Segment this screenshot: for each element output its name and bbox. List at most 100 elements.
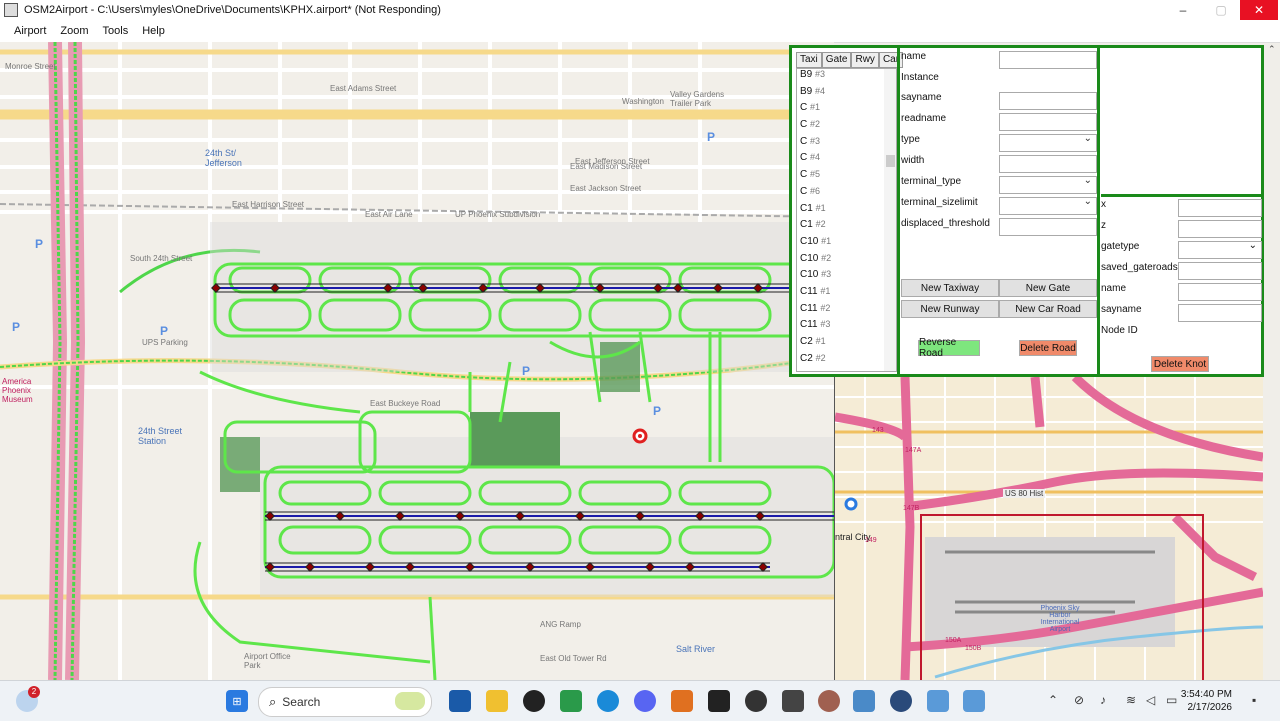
list-item[interactable]: C #4: [797, 152, 896, 169]
field-label: saved_gateroads: [1101, 262, 1178, 273]
app-icon[interactable]: [449, 690, 471, 712]
list-item[interactable]: C #1: [797, 102, 896, 119]
dcs-icon[interactable]: [671, 690, 693, 712]
name-input[interactable]: [999, 51, 1097, 69]
window-icon[interactable]: [963, 690, 985, 712]
delete-knot-button[interactable]: Delete Knot: [1151, 356, 1209, 372]
menu-airport[interactable]: Airport: [14, 25, 46, 37]
road-list[interactable]: B9 #3 B9 #4 C #1 C #2 C #3 C #4 C #5 C #…: [796, 68, 897, 372]
edge-icon[interactable]: [597, 690, 619, 712]
list-scrollbar[interactable]: [884, 69, 896, 371]
list-item[interactable]: C10 #2: [797, 253, 896, 270]
field-label: terminal_sizelimit: [901, 197, 978, 208]
width-input[interactable]: [999, 155, 1097, 173]
window-icon[interactable]: [927, 690, 949, 712]
close-button[interactable]: ✕: [1240, 0, 1278, 20]
list-item[interactable]: B9 #4: [797, 86, 896, 103]
node-name-input[interactable]: [1178, 283, 1262, 301]
app-icon[interactable]: [818, 690, 840, 712]
field-row: terminal_type: [901, 175, 1097, 194]
type-select[interactable]: [999, 133, 1097, 152]
tab-taxi[interactable]: Taxi: [796, 52, 822, 68]
terminal-type-select[interactable]: [999, 175, 1097, 194]
list-item[interactable]: C1 #1: [797, 203, 896, 220]
scroll-up-arrow[interactable]: ⌃: [1268, 44, 1276, 55]
search-highlight-icon: [395, 692, 425, 710]
search-box[interactable]: ⌕ Search: [258, 687, 432, 717]
x-input[interactable]: [1178, 199, 1262, 217]
notification-icon[interactable]: ▪: [1252, 693, 1256, 707]
app-icon[interactable]: [890, 690, 912, 712]
menu-tools[interactable]: Tools: [103, 25, 129, 37]
saved-gateroads-input[interactable]: [1178, 262, 1262, 280]
list-item[interactable]: C #5: [797, 169, 896, 186]
network-off-icon[interactable]: ⊘: [1074, 693, 1084, 707]
sayname-input[interactable]: [999, 92, 1097, 110]
displaced-threshold-input[interactable]: [999, 218, 1097, 236]
list-item[interactable]: C1 #2: [797, 219, 896, 236]
microphone-icon[interactable]: ♪: [1100, 693, 1106, 707]
list-item[interactable]: C11 #1: [797, 286, 896, 303]
minimap-exit: 143: [872, 427, 884, 434]
parking-icon: P: [707, 130, 716, 144]
list-item[interactable]: C #6: [797, 186, 896, 203]
airport-map[interactable]: Monroe Street East Adams Street East Jef…: [0, 42, 834, 680]
list-item[interactable]: C #2: [797, 119, 896, 136]
menu-help[interactable]: Help: [142, 25, 165, 37]
new-gate-button[interactable]: New Gate: [999, 279, 1097, 297]
menu-zoom[interactable]: Zoom: [60, 25, 88, 37]
list-item[interactable]: C11 #2: [797, 303, 896, 320]
title-bar: OSM2Airport - C:\Users\myles\OneDrive\Do…: [0, 0, 1280, 20]
file-explorer-icon[interactable]: [486, 690, 508, 712]
window-icon[interactable]: [853, 690, 875, 712]
volume-icon[interactable]: ◁: [1146, 693, 1155, 707]
tab-rwy[interactable]: Rwy: [851, 52, 879, 68]
list-item[interactable]: C11 #3: [797, 319, 896, 336]
clock[interactable]: 3:54:40 PM 2/17/2026: [1181, 688, 1232, 714]
maximize-button[interactable]: ▢: [1202, 0, 1240, 20]
reverse-road-button[interactable]: Reverse Road: [918, 337, 980, 359]
field-row: sayname: [901, 92, 1097, 110]
discord-icon[interactable]: [634, 690, 656, 712]
list-item[interactable]: B9 #3: [797, 69, 896, 86]
new-car-road-button[interactable]: New Car Road: [999, 300, 1097, 318]
window-title: OSM2Airport - C:\Users\myles\OneDrive\Do…: [24, 4, 441, 16]
field-row: z: [1101, 220, 1264, 238]
properties-panel: Taxi Gate Rwy Car B9 #3 B9 #4 C #1 C #2 …: [789, 45, 1264, 377]
new-taxiway-button[interactable]: New Taxiway: [901, 279, 999, 297]
field-label: name: [901, 51, 927, 62]
search-label: Search: [282, 695, 321, 709]
minimize-button[interactable]: –: [1164, 0, 1202, 20]
scroll-thumb[interactable]: [886, 155, 895, 167]
app-icon[interactable]: [523, 690, 545, 712]
dcs-icon[interactable]: [708, 690, 730, 712]
list-item[interactable]: C10 #3: [797, 269, 896, 286]
list-item[interactable]: C2 #2: [797, 353, 896, 370]
delete-road-button[interactable]: Delete Road: [1019, 340, 1077, 356]
minimap-exit: 150A: [945, 637, 962, 644]
start-icon[interactable]: ⊞: [226, 690, 248, 712]
map-label-up-phoenix: UP Phoenix Subdivision: [455, 210, 541, 219]
overview-map[interactable]: US 80 Hist ntral City Phoenix Sky Harbor…: [834, 377, 1263, 680]
app-icon[interactable]: [560, 690, 582, 712]
tab-gate[interactable]: Gate: [821, 52, 852, 68]
list-item[interactable]: C2 #1: [797, 336, 896, 353]
minimap-exit: 149: [865, 537, 877, 544]
preview-area: [1101, 48, 1264, 197]
field-row: Instance: [901, 72, 1097, 90]
list-item[interactable]: C10 #1: [797, 236, 896, 253]
new-runway-button[interactable]: New Runway: [901, 300, 999, 318]
readname-input[interactable]: [999, 113, 1097, 131]
app-icon[interactable]: [782, 690, 804, 712]
terminal-sizelimit-select[interactable]: [999, 196, 1097, 215]
battery-icon[interactable]: ▭: [1166, 693, 1177, 707]
map-label-salt-river: Salt River: [676, 644, 716, 654]
node-sayname-input[interactable]: [1178, 304, 1262, 322]
chevron-up-icon[interactable]: ⌃: [1048, 693, 1058, 707]
gatetype-select[interactable]: [1178, 240, 1262, 259]
app-icon[interactable]: [745, 690, 767, 712]
z-input[interactable]: [1178, 220, 1262, 238]
wifi-icon[interactable]: ≋: [1126, 693, 1136, 707]
list-item[interactable]: C #3: [797, 136, 896, 153]
field-label: z: [1101, 220, 1106, 231]
